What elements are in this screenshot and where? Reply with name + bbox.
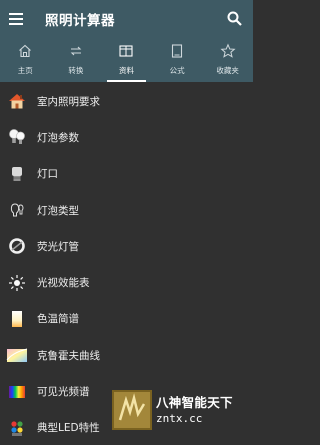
watermark: 八神智能天下 zntx.cc <box>112 386 247 438</box>
tab-reference[interactable]: 资料 <box>101 38 152 82</box>
tab-label: 主页 <box>17 66 33 75</box>
watermark-title: 八神智能天下 <box>156 395 233 410</box>
app-bar: 照明计算器 <box>0 0 253 38</box>
list-item[interactable]: 光视效能表 <box>0 264 253 300</box>
star-icon <box>220 43 236 58</box>
color-temperature-icon <box>6 308 28 330</box>
fluorescent-ring-icon <box>6 235 28 257</box>
list-item[interactable]: 色温简谱 <box>0 301 253 337</box>
list-item-label: 灯泡参数 <box>37 131 79 144</box>
list-item-label: 灯泡类型 <box>37 204 79 217</box>
swap-icon <box>70 46 82 56</box>
bulbs-icon <box>6 126 28 148</box>
tab-label: 公式 <box>169 66 185 75</box>
list-item-label: 典型LED特性 <box>37 422 100 435</box>
list-item[interactable]: 荧光灯管 <box>0 228 253 264</box>
sun-rays-icon <box>6 272 28 294</box>
tab-convert[interactable]: 转换 <box>51 38 102 82</box>
formula-icon <box>172 44 183 58</box>
tab-home[interactable]: 主页 <box>0 38 51 82</box>
watermark-logo <box>112 390 152 430</box>
bulb-types-icon <box>6 199 28 221</box>
spectrum-icon <box>6 381 28 403</box>
list-item[interactable]: 灯口 <box>0 156 253 192</box>
list-item-label: 荧光灯管 <box>37 240 79 253</box>
search-icon[interactable] <box>225 9 245 29</box>
lamp-socket-icon <box>6 163 28 185</box>
hamburger-menu-icon[interactable] <box>0 0 32 38</box>
list-item-label: 室内照明要求 <box>37 95 100 108</box>
tab-label: 收藏夹 <box>216 66 239 75</box>
list-item-label: 灯口 <box>37 168 58 181</box>
tab-formula[interactable]: 公式 <box>152 38 203 82</box>
kruithof-curve-icon <box>6 344 28 366</box>
list-item-label: 色温简谱 <box>37 313 79 326</box>
tab-bar: 主页 转换 资料 公式 收藏夹 <box>0 38 253 82</box>
list-item[interactable]: 克鲁霍夫曲线 <box>0 337 253 373</box>
tab-label: 资料 <box>118 66 134 75</box>
list-item[interactable]: 室内照明要求 <box>0 83 253 119</box>
tab-label: 转换 <box>68 66 84 75</box>
list-item[interactable]: 灯泡参数 <box>0 119 253 155</box>
list-item-label: 可见光频谱 <box>37 386 90 399</box>
led-icon <box>6 417 28 439</box>
app-title: 照明计算器 <box>45 13 115 29</box>
list-item[interactable]: 灯泡类型 <box>0 192 253 228</box>
book-icon <box>119 45 134 57</box>
watermark-url: zntx.cc <box>156 412 203 425</box>
home-icon <box>19 44 32 58</box>
list-item-label: 克鲁霍夫曲线 <box>37 349 100 362</box>
list-item-label: 光视效能表 <box>37 277 90 290</box>
house-icon <box>6 90 28 112</box>
tab-favorites[interactable]: 收藏夹 <box>202 38 253 82</box>
